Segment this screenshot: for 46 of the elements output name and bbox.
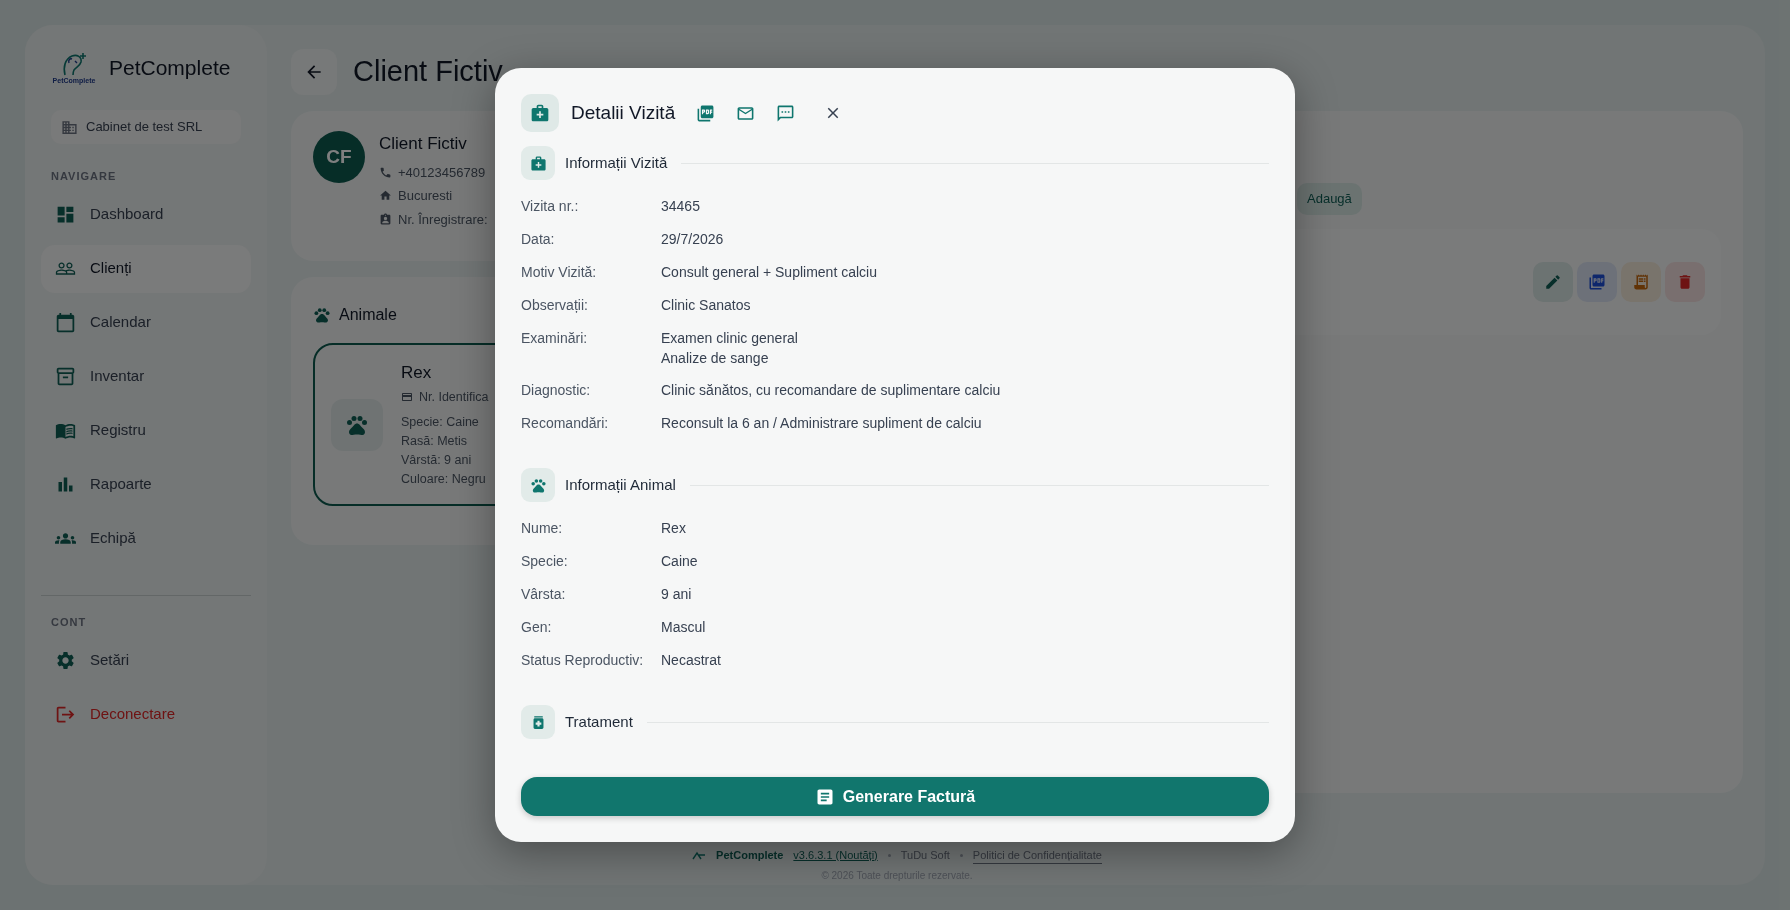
field-label: Motiv Vizită:	[521, 263, 598, 282]
field-value: 29/7/2026	[661, 230, 724, 249]
field-label: Observații:	[521, 296, 589, 315]
client-city: Bucuresti	[398, 187, 453, 205]
field-value: Analize de sange	[661, 349, 770, 368]
section-title: Informații Animal	[565, 474, 676, 495]
page-title: Client Fictiv	[353, 54, 503, 90]
field-label: Specie:	[521, 552, 569, 571]
field-value: Caine	[661, 552, 698, 571]
client-name: Client Fictiv	[379, 133, 468, 155]
field-value: 9 ani	[661, 585, 692, 604]
field-label: Gen:	[521, 618, 553, 637]
section-title: Informații Vizită	[565, 152, 668, 173]
field-value: Rex	[661, 519, 686, 538]
animal-id: Nr. Identifica	[419, 388, 489, 406]
brand-name: PetComplete	[109, 54, 231, 81]
field-label: Examinări:	[521, 329, 589, 348]
field-value: Mascul	[661, 618, 706, 637]
field-label: Nume:	[521, 519, 564, 538]
animal-detail: Culoare: Negru	[401, 470, 487, 488]
section-heading: CONT	[50, 614, 88, 630]
field-value: Consult general + Supliment calciu	[661, 263, 877, 282]
client-phone: +40123456789	[398, 163, 486, 182]
field-label: Recomandări:	[521, 414, 610, 433]
animal-detail: Specie: Caine	[401, 413, 480, 431]
section-title: Animale	[339, 305, 397, 325]
field-value: 34465	[661, 197, 700, 216]
animal-name: Rex	[401, 362, 433, 385]
field-value: Necastrat	[661, 651, 721, 670]
animal-detail: Rasă: Metis	[401, 432, 468, 450]
field-label: Data:	[521, 230, 556, 249]
field-label: Status Reproductiv:	[521, 651, 645, 670]
field-value: Examen clinic general	[661, 329, 798, 348]
footer-brand: PetComplete	[716, 848, 784, 863]
section-title: Tratament	[565, 711, 633, 732]
field-label: Diagnostic:	[521, 381, 592, 400]
dialog-title: Detalii Vizită	[571, 100, 676, 125]
field-label: Vârsta:	[521, 585, 567, 604]
client-avatar: CF	[313, 131, 365, 183]
client-registration: Nr. Înregistrare:	[398, 210, 488, 229]
field-value: Reconsult la 6 an / Administrare supliment de calciu	[661, 414, 982, 433]
field-label: Vizita nr.:	[521, 197, 580, 216]
field-value: Clinic Sanatos	[661, 296, 751, 315]
animal-detail: Vârstă: 9 ani	[401, 451, 473, 469]
field-value: Clinic sănătos, cu recomandare de suplimentare calciu	[661, 381, 1001, 400]
section-heading: NAVIGARE	[50, 169, 118, 184]
